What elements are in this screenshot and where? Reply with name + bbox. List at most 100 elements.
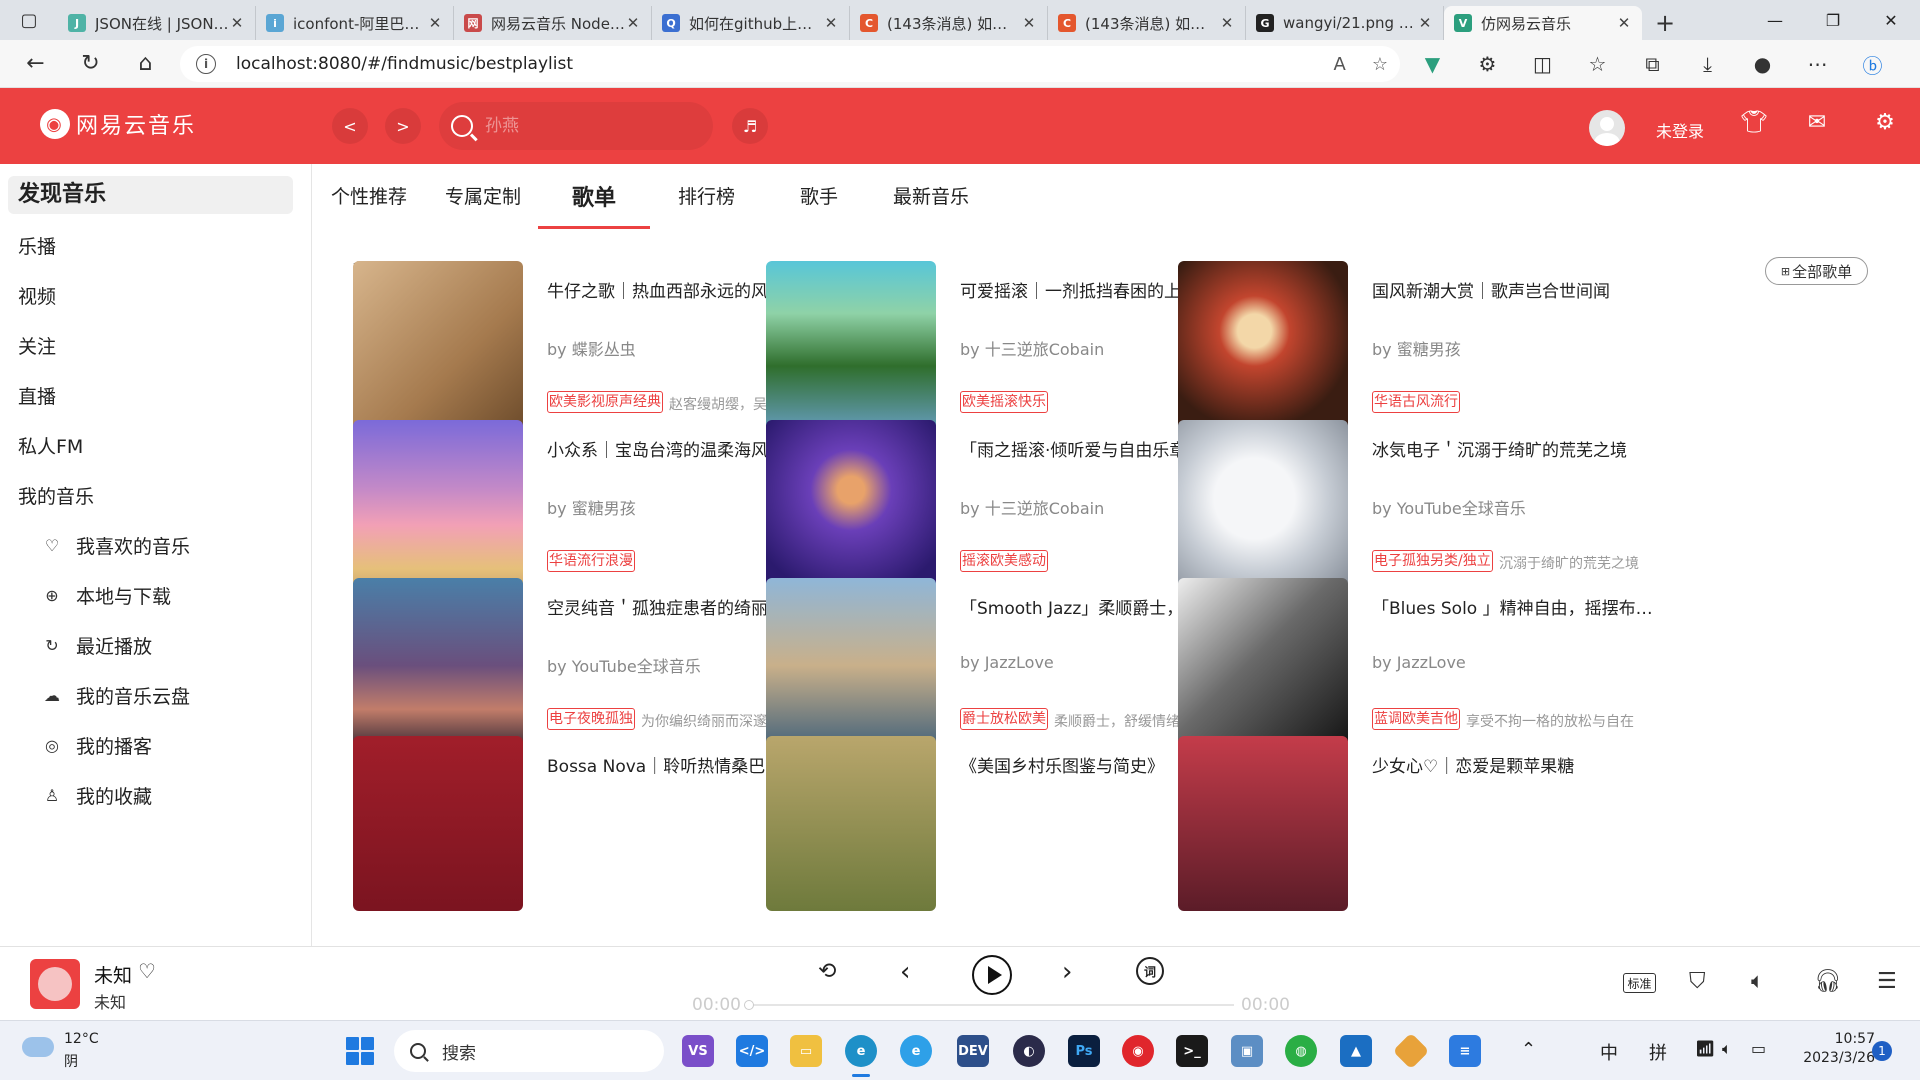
tab-recommend[interactable]: 个性推荐 <box>331 182 407 209</box>
vscode-icon[interactable]: </> <box>736 1035 768 1067</box>
browser-tab[interactable]: V 仿网易云音乐 ✕ <box>1444 6 1642 40</box>
favorite-star-icon[interactable]: ☆ <box>1372 54 1388 75</box>
tab-singer[interactable]: 歌手 <box>800 182 838 209</box>
dev-tool-icon[interactable]: DEV <box>957 1035 989 1067</box>
playlist-cover[interactable] <box>766 578 936 753</box>
play-button[interactable] <box>972 955 1012 995</box>
playlist-creator[interactable]: by 十三逆旅Cobain <box>960 336 1104 360</box>
playlist-tag[interactable]: 蓝调欧美吉他 <box>1372 708 1460 730</box>
url-field[interactable]: i localhost:8080/#/findmusic/bestplaylis… <box>180 46 1400 82</box>
terminal-icon[interactable]: >_ <box>1176 1035 1208 1067</box>
sidebar-subitem[interactable]: ♡ 我喜欢的音乐 <box>42 532 190 559</box>
tab-close-icon[interactable]: ✕ <box>1021 14 1037 32</box>
playlist-tag[interactable]: 华语流行浪漫 <box>547 550 635 572</box>
home-icon[interactable]: ⌂ <box>118 40 173 88</box>
sound-effect-icon[interactable]: ⛉ <box>1689 969 1706 994</box>
playlist-creator[interactable]: by JazzLove <box>1372 653 1466 672</box>
start-menu-icon[interactable] <box>346 1037 374 1065</box>
visual-studio-icon[interactable]: VS <box>682 1035 714 1067</box>
playlist-cover[interactable] <box>353 578 523 753</box>
vue-devtools-icon[interactable]: ▼ <box>1405 52 1460 76</box>
settings-gear-icon[interactable]: ⚙ <box>1870 110 1900 135</box>
playlist-cover[interactable] <box>1178 261 1348 436</box>
lyrics-button[interactable]: 词 <box>1136 957 1164 985</box>
playlist-creator[interactable]: by YouTube全球音乐 <box>547 653 701 677</box>
playlist-cover[interactable] <box>353 736 523 911</box>
minimize-icon[interactable]: — <box>1746 0 1804 40</box>
tab-close-icon[interactable]: ✕ <box>1219 14 1235 32</box>
downloads-icon[interactable]: ⤓ <box>1680 52 1735 76</box>
sidebar-item-my-music[interactable]: 我的音乐 <box>18 482 94 509</box>
playlist-card[interactable]: 国风新潮大赏｜歌声岂合世间闻 by 蜜糖男孩 华语古风流行 <box>1178 261 1673 436</box>
current-song-name[interactable]: 未知 <box>94 961 132 988</box>
file-explorer-icon[interactable]: ▭ <box>790 1035 822 1067</box>
playlist-tag[interactable]: 华语古风流行 <box>1372 391 1460 413</box>
playlist-cover[interactable] <box>353 420 523 595</box>
remote-desktop-icon[interactable]: ▣ <box>1231 1035 1263 1067</box>
browser-tab[interactable]: Gwangyi/21.png at main✕ <box>1246 6 1444 40</box>
playlist-cover[interactable] <box>1178 420 1348 595</box>
current-song-cover[interactable] <box>30 959 80 1009</box>
playlist-cover[interactable] <box>766 736 936 911</box>
sidebar-item-live[interactable]: 直播 <box>18 382 56 409</box>
playlist-creator[interactable]: by 十三逆旅Cobain <box>960 495 1104 519</box>
next-track-icon[interactable]: › <box>1062 957 1072 987</box>
playlist-creator[interactable]: by JazzLove <box>960 653 1054 672</box>
tab-close-icon[interactable]: ✕ <box>427 14 443 32</box>
eclipse-icon[interactable]: ◐ <box>1013 1035 1045 1067</box>
playlist-title[interactable]: 冰気电子＇沉溺于绮旷的荒芜之境 <box>1372 436 1662 461</box>
volume-icon[interactable]: 🔈︎ <box>1751 969 1764 994</box>
avatar[interactable] <box>1589 110 1625 146</box>
playlist-tag[interactable]: 欧美影视原声经典 <box>547 391 663 413</box>
app-logo[interactable]: ◉ 网易云音乐 <box>40 108 196 140</box>
browser-tab[interactable]: C (143条消息) 如何在...✕ <box>1048 6 1246 40</box>
listen-together-icon[interactable]: 🎧︎ <box>1814 969 1842 994</box>
playlist-creator[interactable]: by 蜜糖男孩 <box>1372 336 1461 360</box>
playlist-title[interactable]: 少女心♡｜恋爱是颗苹果糖 <box>1372 752 1662 777</box>
edge-dev-icon[interactable]: e <box>900 1035 932 1067</box>
notepad-icon[interactable]: ≡ <box>1449 1035 1481 1067</box>
current-song-artist[interactable]: 未知 <box>94 989 126 1013</box>
playlist-tag[interactable]: 电子夜晚孤独 <box>547 708 635 730</box>
playlist-tag[interactable]: 欧美摇滚快乐 <box>960 391 1048 413</box>
notification-badge[interactable]: 1 <box>1872 1041 1892 1061</box>
system-clock[interactable]: 10:57 2023/3/26 <box>1795 1031 1875 1066</box>
sourcetree-icon[interactable] <box>1392 1032 1430 1070</box>
playlist-tag[interactable]: 电子孤独另类/独立 <box>1372 550 1493 572</box>
profile-icon[interactable]: ● <box>1735 52 1790 76</box>
sidebar-subitem[interactable]: ⊕ 本地与下载 <box>42 582 171 609</box>
playlist-creator[interactable]: by YouTube全球音乐 <box>1372 495 1526 519</box>
maximize-icon[interactable]: ❐ <box>1804 0 1862 40</box>
speaker-icon[interactable]: 🔈︎ <box>1722 1039 1732 1059</box>
playlist-cover[interactable] <box>353 261 523 436</box>
tray-overflow-icon[interactable]: ⌃ <box>1521 1039 1536 1060</box>
previous-track-icon[interactable]: ‹ <box>900 957 910 987</box>
sidebar-subitem[interactable]: ☁ 我的音乐云盘 <box>42 682 190 709</box>
taskbar-search[interactable]: 搜索 <box>394 1030 664 1072</box>
sidebar-subitem[interactable]: ♙ 我的收藏 <box>42 782 152 809</box>
playlist-card[interactable]: 冰気电子＇沉溺于绮旷的荒芜之境 by YouTube全球音乐 电子孤独另类/独立 沉溺… <box>1178 420 1673 595</box>
photos-icon[interactable]: ▲ <box>1340 1035 1372 1067</box>
sidebar-item-video[interactable]: 视频 <box>18 282 56 309</box>
skin-icon[interactable]: 👕︎ <box>1739 110 1769 135</box>
close-window-icon[interactable]: ✕ <box>1862 0 1920 40</box>
refresh-icon[interactable]: ↻ <box>63 40 118 88</box>
sidebar-item-discover[interactable]: 发现音乐 <box>8 176 293 214</box>
search-input[interactable] <box>485 116 685 136</box>
playlist-cover[interactable] <box>1178 578 1348 753</box>
history-forward-button[interactable]: > <box>385 108 421 144</box>
browser-tab[interactable]: 网网易云音乐 NodeJS API✕ <box>454 6 652 40</box>
playlist-queue-icon[interactable]: ☰ <box>1877 969 1897 994</box>
photoshop-icon[interactable]: Ps <box>1068 1035 1100 1067</box>
browser-tab[interactable]: Q 如何在github上传图片✕ <box>652 6 850 40</box>
loop-mode-icon[interactable]: ⟲ <box>818 959 836 984</box>
more-icon[interactable]: ⋯ <box>1790 52 1845 76</box>
site-info-icon[interactable]: i <box>196 54 216 74</box>
progress-handle[interactable] <box>744 1000 754 1010</box>
edge-icon[interactable]: e <box>845 1035 877 1067</box>
all-playlists-button[interactable]: ⊞ 全部歌单 <box>1765 257 1868 285</box>
bing-icon[interactable]: ⓑ <box>1845 50 1900 79</box>
tab-close-icon[interactable]: ✕ <box>1616 14 1632 32</box>
playlist-title[interactable]: 「Blues Solo 」精神自由，摇摆布鲁斯 <box>1372 594 1662 619</box>
playlist-tag[interactable]: 爵士放松欧美 <box>960 708 1048 730</box>
